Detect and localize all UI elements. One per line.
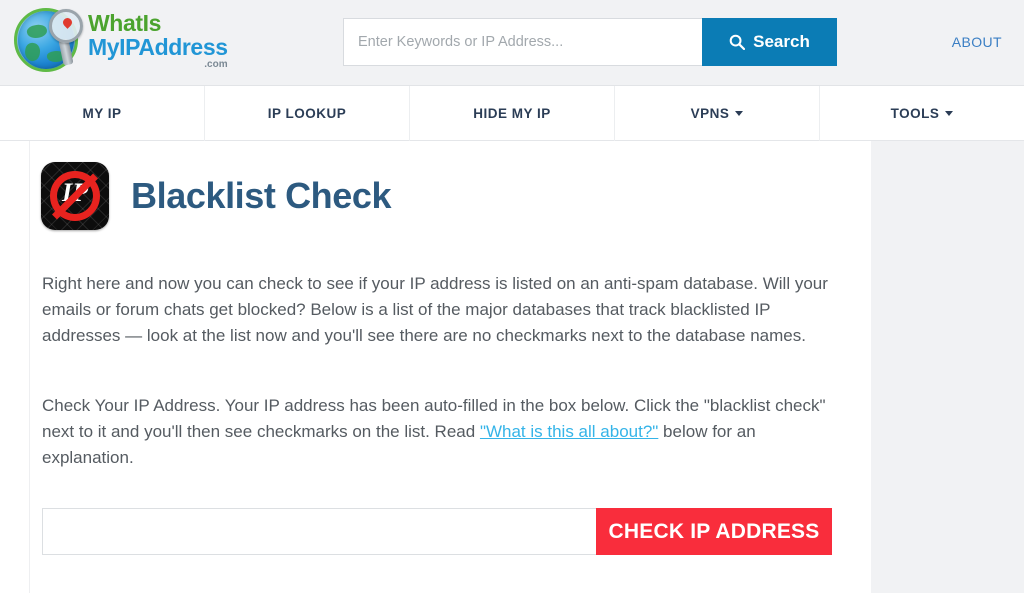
about-link[interactable]: ABOUT [952, 34, 1002, 50]
intro-paragraph: Right here and now you can check to see … [42, 274, 828, 346]
nav-item-hide-my-ip[interactable]: HIDE MY IP [410, 86, 615, 141]
site-header: WhatIs MyIPAddress .com Search ABOUT [0, 0, 1024, 86]
nav-item-ip-lookup[interactable]: IP LOOKUP [205, 86, 410, 141]
main-content: IP Blacklist Check Right here and now yo… [29, 141, 871, 593]
chevron-down-icon [945, 111, 954, 116]
check-ip-address-button[interactable]: CHECK IP ADDRESS [596, 508, 832, 556]
logo-dotcom: .com [204, 59, 228, 70]
globe-icon [14, 8, 83, 72]
site-logo-text: WhatIs MyIPAddress .com [88, 10, 228, 70]
search-icon [729, 34, 746, 50]
logo-line-myipaddress: MyIPAddress [88, 34, 228, 60]
magnifier-icon [49, 9, 83, 43]
search-button-label: Search [753, 32, 810, 51]
nav-item-label: TOOLS [890, 106, 940, 121]
ip-checker-form: CHECK IP ADDRESS [42, 508, 832, 556]
main-nav: MY IP IP LOOKUP HIDE MY IP VPNS TOOLS [0, 86, 1024, 141]
chevron-down-icon [735, 111, 744, 116]
logo-line-whatis: WhatIs [88, 10, 161, 36]
nav-item-label: IP LOOKUP [267, 106, 347, 121]
ip-address-input[interactable] [42, 508, 596, 556]
page-heading: IP Blacklist Check [41, 151, 871, 241]
map-pin-icon [61, 16, 74, 29]
page-root: WhatIs MyIPAddress .com Search ABOUT MY [0, 0, 1024, 593]
instructions-paragraph: Check Your IP Address. Your IP address h… [42, 393, 832, 471]
nav-item-label: MY IP [82, 106, 122, 121]
site-logo[interactable]: WhatIs MyIPAddress .com [14, 8, 228, 72]
search-button[interactable]: Search [702, 18, 837, 66]
what-is-this-all-about-link[interactable]: "What is this all about?" [480, 422, 658, 441]
page-title: Blacklist Check [131, 175, 392, 217]
nav-item-vpns[interactable]: VPNS [615, 86, 820, 141]
nav-item-label: HIDE MY IP [473, 106, 551, 121]
search-bar: Search [343, 18, 837, 66]
nav-item-my-ip[interactable]: MY IP [0, 86, 205, 141]
blocked-ip-icon: IP [41, 162, 109, 231]
nav-item-tools[interactable]: TOOLS [820, 86, 1024, 141]
search-input[interactable] [343, 18, 702, 66]
nav-item-label: VPNS [690, 106, 730, 121]
right-sidebar [871, 141, 1024, 593]
